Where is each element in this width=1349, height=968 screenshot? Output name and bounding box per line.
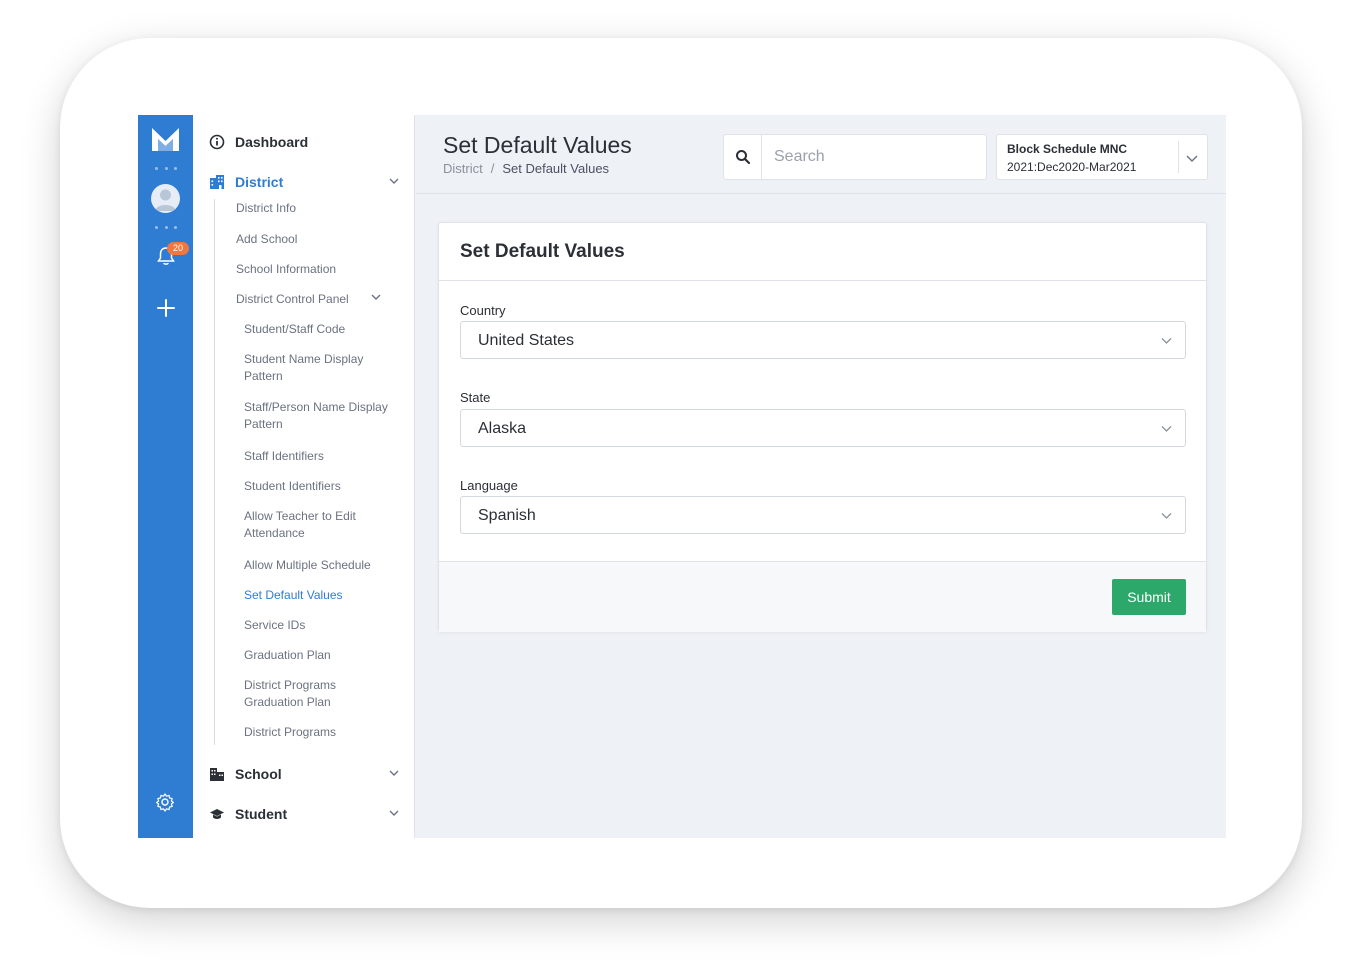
sidebar-item-district-control-panel[interactable]: District Control Panel [236, 291, 349, 308]
sidebar-item-label: School [235, 766, 282, 782]
sidebar-item-service-ids[interactable]: Service IDs [244, 617, 404, 634]
breadcrumb-district[interactable]: District [443, 161, 483, 176]
graduation-cap-icon [210, 809, 224, 819]
sidebar-item-student-name-display[interactable]: Student Name Display Pattern [244, 351, 404, 385]
divider-dots [155, 167, 177, 171]
search-icon [735, 150, 750, 165]
country-select[interactable]: United States [460, 321, 1186, 359]
breadcrumb-separator: / [490, 161, 495, 176]
schedule-name: Block Schedule MNC [1007, 142, 1128, 156]
country-label: Country [460, 303, 506, 318]
chevron-down-icon [1161, 426, 1172, 432]
sidebar-item-student[interactable]: Student [209, 806, 287, 822]
school-building-icon [210, 768, 224, 781]
submit-button[interactable]: Submit [1112, 579, 1186, 615]
language-value: Spanish [478, 507, 536, 524]
user-icon [155, 189, 176, 211]
sidebar-item-school-information[interactable]: School Information [236, 261, 336, 278]
page-title: Set Default Values [443, 132, 632, 158]
building-icon [210, 175, 224, 189]
sidebar-item-staff-identifiers[interactable]: Staff Identifiers [244, 448, 404, 465]
search-box [723, 134, 987, 180]
app-logo-icon[interactable] [150, 125, 181, 153]
language-label: Language [460, 478, 518, 493]
search-input[interactable] [762, 135, 986, 179]
sidebar-item-allow-multiple-schedule[interactable]: Allow Multiple Schedule [244, 557, 404, 574]
sidebar-item-dashboard[interactable]: Dashboard [209, 134, 308, 150]
country-value: United States [478, 332, 575, 349]
language-select[interactable]: Spanish [460, 496, 1186, 534]
card-title: Set Default Values [439, 223, 1206, 281]
app-screen: 20 Dashboard District District Info Add … [138, 115, 1226, 838]
sidebar-item-label: Student [235, 806, 288, 822]
card-footer: Submit [439, 561, 1206, 632]
breadcrumb-current: Set Default Values [502, 161, 610, 176]
divider [1178, 141, 1179, 173]
sidebar-item-district[interactable]: District [209, 174, 283, 190]
chevron-down-icon[interactable] [388, 767, 400, 779]
plus-icon[interactable] [155, 297, 177, 319]
divider-dots [155, 226, 177, 230]
sidebar-item-student-identifiers[interactable]: Student Identifiers [244, 478, 404, 495]
sidebar-item-staff-name-display[interactable]: Staff/Person Name Display Pattern [244, 399, 404, 433]
schedule-period: 2021:Dec2020-Mar2021 [1007, 160, 1137, 174]
state-value: Alaska [478, 420, 527, 437]
chevron-down-icon[interactable] [1185, 151, 1199, 165]
sidebar-item-student-staff-code[interactable]: Student/Staff Code [244, 321, 404, 338]
sidebar-item-label: District [235, 174, 284, 190]
sidebar-item-set-default-values[interactable]: Set Default Values [244, 587, 404, 604]
sidebar-item-district-programs-graduation-plan[interactable]: District Programs Graduation Plan [244, 677, 354, 711]
state-label: State [460, 390, 491, 405]
notification-badge: 20 [167, 242, 189, 255]
sidebar-item-allow-teacher-edit[interactable]: Allow Teacher to Edit Attendance [244, 508, 374, 542]
sidebar-nav: Dashboard District District Info Add Sch… [193, 115, 415, 838]
search-button[interactable] [724, 135, 762, 179]
set-default-values-card: Set Default Values Country United States… [438, 222, 1207, 632]
sidebar-item-label: Dashboard [235, 134, 309, 150]
chevron-down-icon[interactable] [388, 175, 400, 187]
sidebar-item-graduation-plan[interactable]: Graduation Plan [244, 647, 404, 664]
chevron-down-icon[interactable] [370, 291, 382, 303]
sidebar-item-school[interactable]: School [209, 766, 282, 782]
breadcrumb: District / Set Default Values [443, 161, 609, 176]
schedule-selector[interactable]: Block Schedule MNC 2021:Dec2020-Mar2021 [996, 134, 1208, 180]
user-avatar[interactable] [151, 184, 180, 213]
sidebar-item-district-programs[interactable]: District Programs [244, 724, 404, 741]
chevron-down-icon [1161, 338, 1172, 344]
chevron-down-icon [1161, 513, 1172, 519]
gear-icon[interactable] [155, 792, 175, 812]
page-header: Set Default Values District / Set Default … [416, 115, 1226, 194]
info-circle-icon [209, 134, 225, 150]
tree-line [214, 199, 215, 745]
icon-rail: 20 [138, 115, 193, 838]
chevron-down-icon[interactable] [388, 807, 400, 819]
state-select[interactable]: Alaska [460, 409, 1186, 447]
sidebar-item-add-school[interactable]: Add School [236, 231, 297, 248]
sidebar-item-district-info[interactable]: District Info [236, 200, 296, 217]
